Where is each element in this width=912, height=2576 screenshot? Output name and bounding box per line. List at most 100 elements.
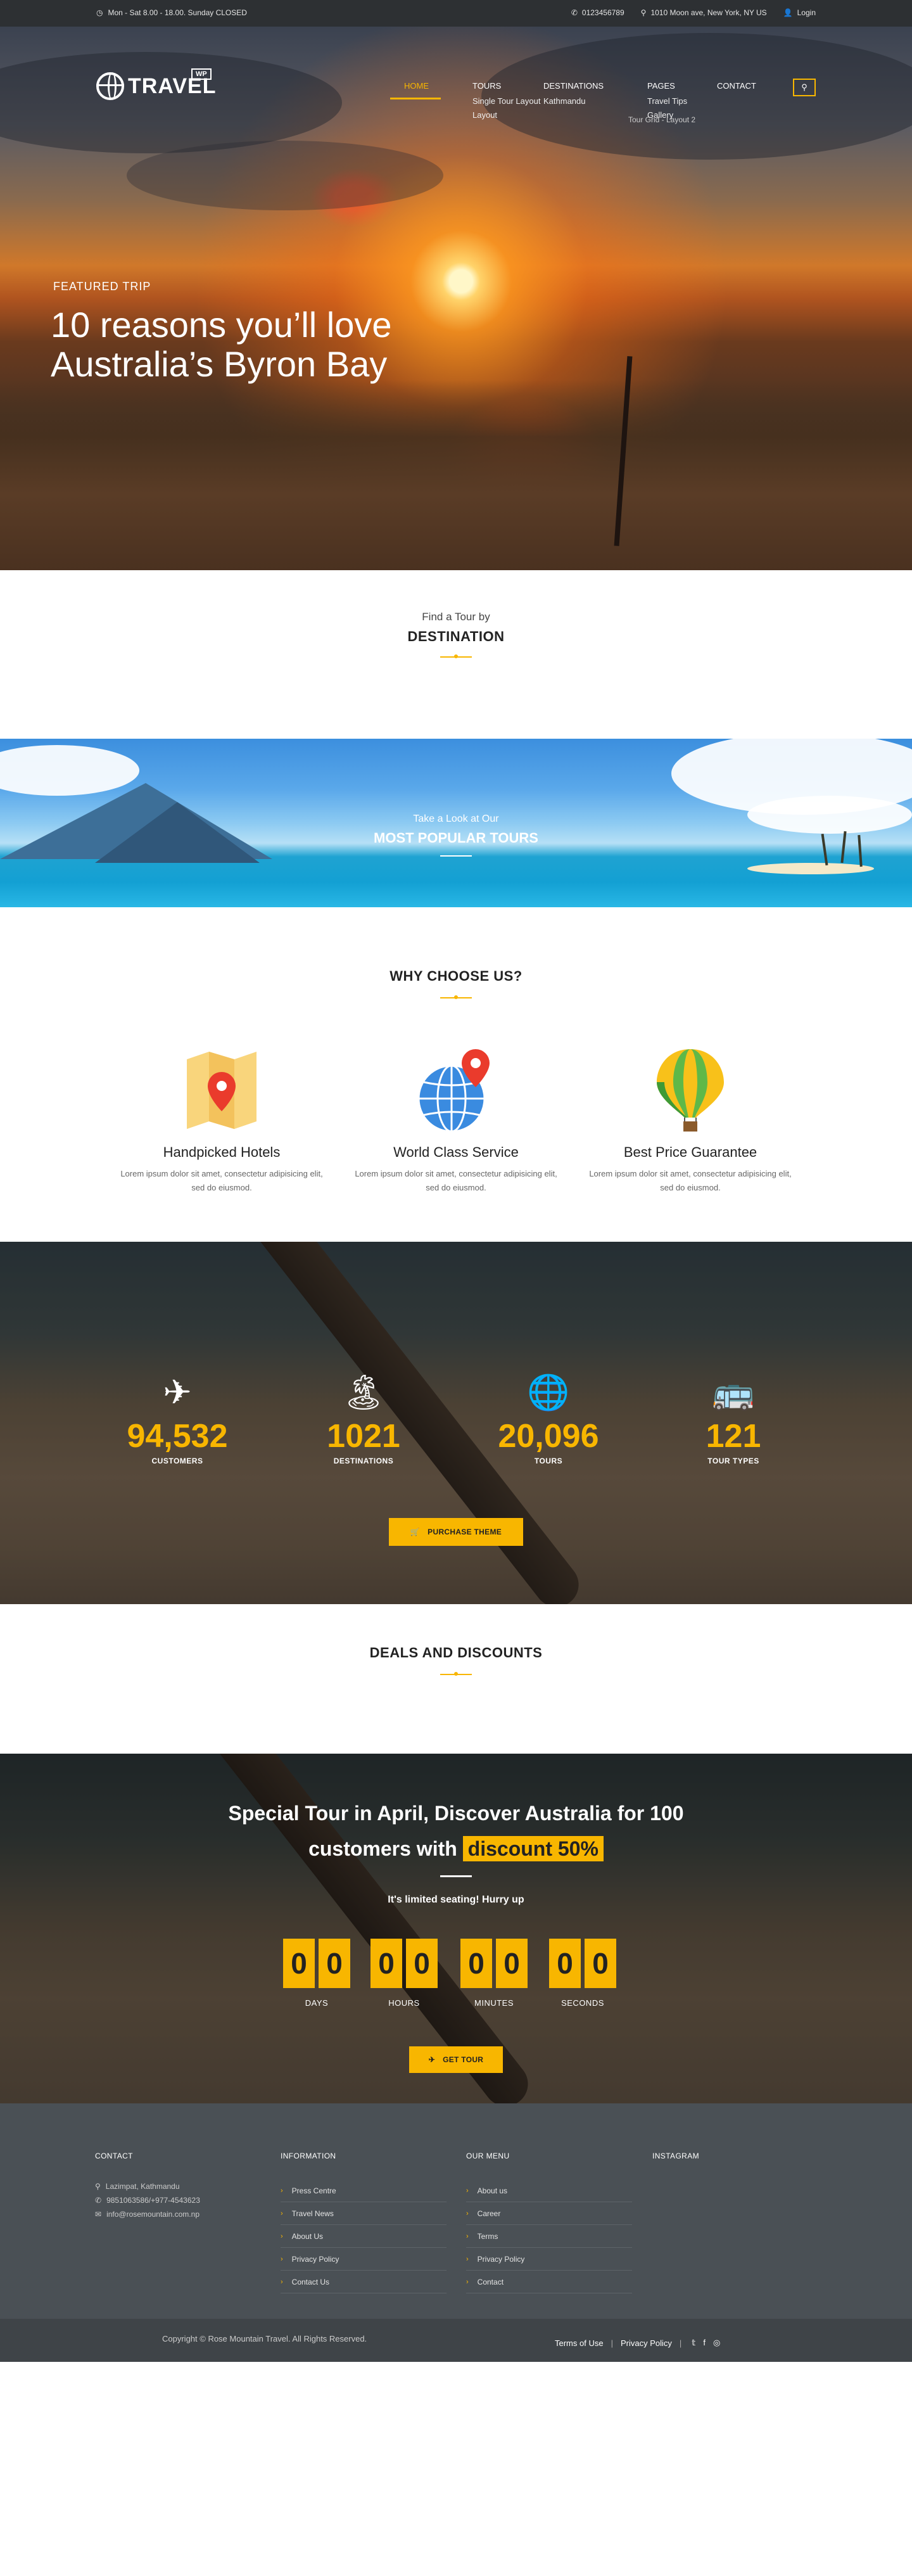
footer-phone[interactable]: ✆ 9851063586/+977-4543623 [95, 2193, 260, 2207]
special-tour-section: Special Tour in April, Discover Australi… [0, 1754, 912, 2103]
countdown-label: MINUTES [474, 1998, 514, 2008]
special-tour-line-2: customers with discount 50% [0, 1831, 912, 1866]
section-subtitle: Find a Tour by [422, 611, 490, 623]
footer-link[interactable]: › Contact Us [281, 2271, 446, 2293]
chevron-right-icon: › [466, 2186, 469, 2195]
page: { "topbar": { "hours": "Mon - Sat 8.00 -… [0, 0, 912, 2576]
separator: | [679, 2338, 682, 2348]
submenu-single-tour-layout[interactable]: Single Tour Layout [472, 96, 540, 106]
instagram-icon[interactable]: ◎ [713, 2338, 720, 2348]
hot-air-balloon-icon [649, 1047, 732, 1135]
login-text: Login [797, 8, 816, 17]
section-divider [440, 855, 472, 857]
feature-title: Best Price Guarantee [623, 1144, 757, 1160]
stat-tour-types: 🚌 121 TOUR TYPES [651, 1372, 816, 1465]
footer-link[interactable]: › Press Centre [281, 2179, 446, 2202]
footer-heading: OUR MENU [466, 2152, 510, 2160]
phone-info[interactable]: ✆ 0123456789 [571, 8, 624, 17]
feature-text: Lorem ipsum dolor sit amet, consectetur … [589, 1169, 792, 1192]
why-choose-us-section: WHY CHOOSE US? Handpicked Hotels Lorem i… [0, 907, 912, 1242]
footer-heading: CONTACT [95, 2152, 133, 2160]
location-pin-icon: ⚲ [95, 2182, 101, 2191]
facebook-icon[interactable]: f [703, 2338, 706, 2348]
privacy-link[interactable]: Privacy Policy [621, 2338, 672, 2348]
map-pin-icon [180, 1047, 263, 1135]
search-button[interactable]: ⚲ [793, 79, 816, 96]
address-info: ⚲ 1010 Moon ave, New York, NY US [641, 8, 767, 17]
footer-link[interactable]: › Career [466, 2202, 632, 2225]
footer-link-text: Travel News [291, 2209, 334, 2218]
footer-link[interactable]: › Contact [466, 2271, 632, 2293]
stat-customers: ✈ 94,532 CUSTOMERS [95, 1372, 260, 1465]
countdown-label: HOURS [388, 1998, 420, 2008]
footer-link[interactable]: › Terms [466, 2225, 632, 2248]
countdown-label: SECONDS [561, 1998, 604, 2008]
twitter-icon[interactable]: 𝕥 [692, 2338, 695, 2348]
stats-section: ✈ 94,532 CUSTOMERS 🏝 1021 DESTINATIONS 🌐… [0, 1242, 912, 1604]
footer-email[interactable]: ✉ info@rosemountain.com.np [95, 2207, 260, 2221]
nav-contact[interactable]: CONTACT [717, 81, 756, 91]
countdown-digit: 0 [283, 1939, 315, 1988]
top-bar: ◷ Mon - Sat 8.00 - 18.00. Sunday CLOSED … [0, 0, 912, 27]
globe-pin-icon [415, 1047, 497, 1135]
hero-title[interactable]: 10 reasons you’ll love Australia’s Byron… [51, 305, 532, 384]
nav-pages[interactable]: PAGES [647, 81, 675, 91]
stat-label: DESTINATIONS [333, 1457, 394, 1465]
terms-link[interactable]: Terms of Use [555, 2338, 604, 2348]
feature-card: Handpicked Hotels Lorem ipsum dolor sit … [108, 1047, 336, 1195]
globe-logo-icon [96, 72, 124, 100]
submenu-kathmandu[interactable]: Kathmandu [543, 96, 586, 106]
footer-link[interactable]: › Travel News [281, 2202, 446, 2225]
submenu-layout[interactable]: Layout [472, 110, 497, 120]
countdown-digit: 0 [549, 1939, 581, 1988]
stat-label: TOURS [534, 1457, 563, 1465]
footer-address: ⚲ Lazimpat, Kathmandu [95, 2179, 260, 2193]
countdown-digit: 0 [406, 1939, 438, 1988]
opening-hours: ◷ Mon - Sat 8.00 - 18.00. Sunday CLOSED [96, 8, 247, 17]
footer-link[interactable]: › Privacy Policy [281, 2248, 446, 2271]
site-logo[interactable]: TRAVEL WP [96, 68, 216, 100]
section-subtitle: Take a Look at Our [413, 813, 499, 824]
purchase-theme-button[interactable]: 🛒 PURCHASE THEME [389, 1518, 523, 1546]
nav-destinations[interactable]: DESTINATIONS [543, 81, 604, 91]
submenu-tour-grid[interactable]: Tour Grid - Layout 2 [628, 115, 695, 124]
footer-link[interactable]: › About Us [281, 2225, 446, 2248]
countdown-digit: 0 [460, 1939, 492, 1988]
stat-tours: 🌐 20,096 TOURS [466, 1372, 631, 1465]
clock-icon: ◷ [96, 8, 103, 17]
section-title: MOST POPULAR TOURS [374, 830, 538, 846]
footer-information: INFORMATION › Press Centre › Travel News ›… [281, 2152, 446, 2293]
countdown-days: 00 DAYS [279, 1939, 355, 2008]
countdown-digit: 0 [319, 1939, 350, 1988]
footer-address-text: Lazimpat, Kathmandu [105, 2182, 180, 2191]
footer-link[interactable]: › About us [466, 2179, 632, 2202]
nav-home[interactable]: HOME [390, 81, 441, 99]
login-link[interactable]: 👤 Login [783, 8, 816, 17]
get-tour-button[interactable]: ✈ GET TOUR [409, 2046, 503, 2073]
popular-tours-banner: Take a Look at Our MOST POPULAR TOURS [0, 739, 912, 907]
button-label: PURCHASE THEME [428, 1527, 502, 1536]
stat-label: TOUR TYPES [707, 1457, 759, 1465]
footer-link[interactable]: › Privacy Policy [466, 2248, 632, 2271]
countdown-seconds: 00 SECONDS [545, 1939, 621, 2008]
stat-value: 94,532 [127, 1418, 228, 1455]
footer: CONTACT ⚲ Lazimpat, Kathmandu ✆ 9851063586… [0, 2103, 912, 2319]
section-title: WHY CHOOSE US? [390, 968, 522, 984]
palm-island-icon: 🏝 [341, 1374, 386, 1412]
banner-island [747, 863, 874, 874]
button-label: GET TOUR [443, 2055, 484, 2064]
footer-link-text: About us [477, 2186, 508, 2195]
submenu-travel-tips[interactable]: Travel Tips [647, 96, 687, 106]
nav-tours[interactable]: TOURS [472, 81, 501, 91]
section-title: DESTINATION [407, 628, 505, 644]
deals-section: DEALS AND DISCOUNTS [0, 1604, 912, 1754]
logo-badge: WP [191, 68, 212, 80]
social-links: 𝕥 f ◎ [692, 2338, 720, 2348]
chevron-right-icon: › [466, 2209, 469, 2217]
special-tour-title: Special Tour in April, Discover Australi… [0, 1795, 912, 1866]
location-pin-icon: ⚲ [640, 8, 647, 17]
footer-bottom-bar: Copyright © Rose Mountain Travel. All Ri… [0, 2319, 912, 2362]
countdown-hours: 00 HOURS [366, 1939, 442, 2008]
feature-text: Lorem ipsum dolor sit amet, consectetur … [120, 1169, 323, 1192]
copyright-text: Copyright © Rose Mountain Travel. All Ri… [162, 2334, 367, 2343]
